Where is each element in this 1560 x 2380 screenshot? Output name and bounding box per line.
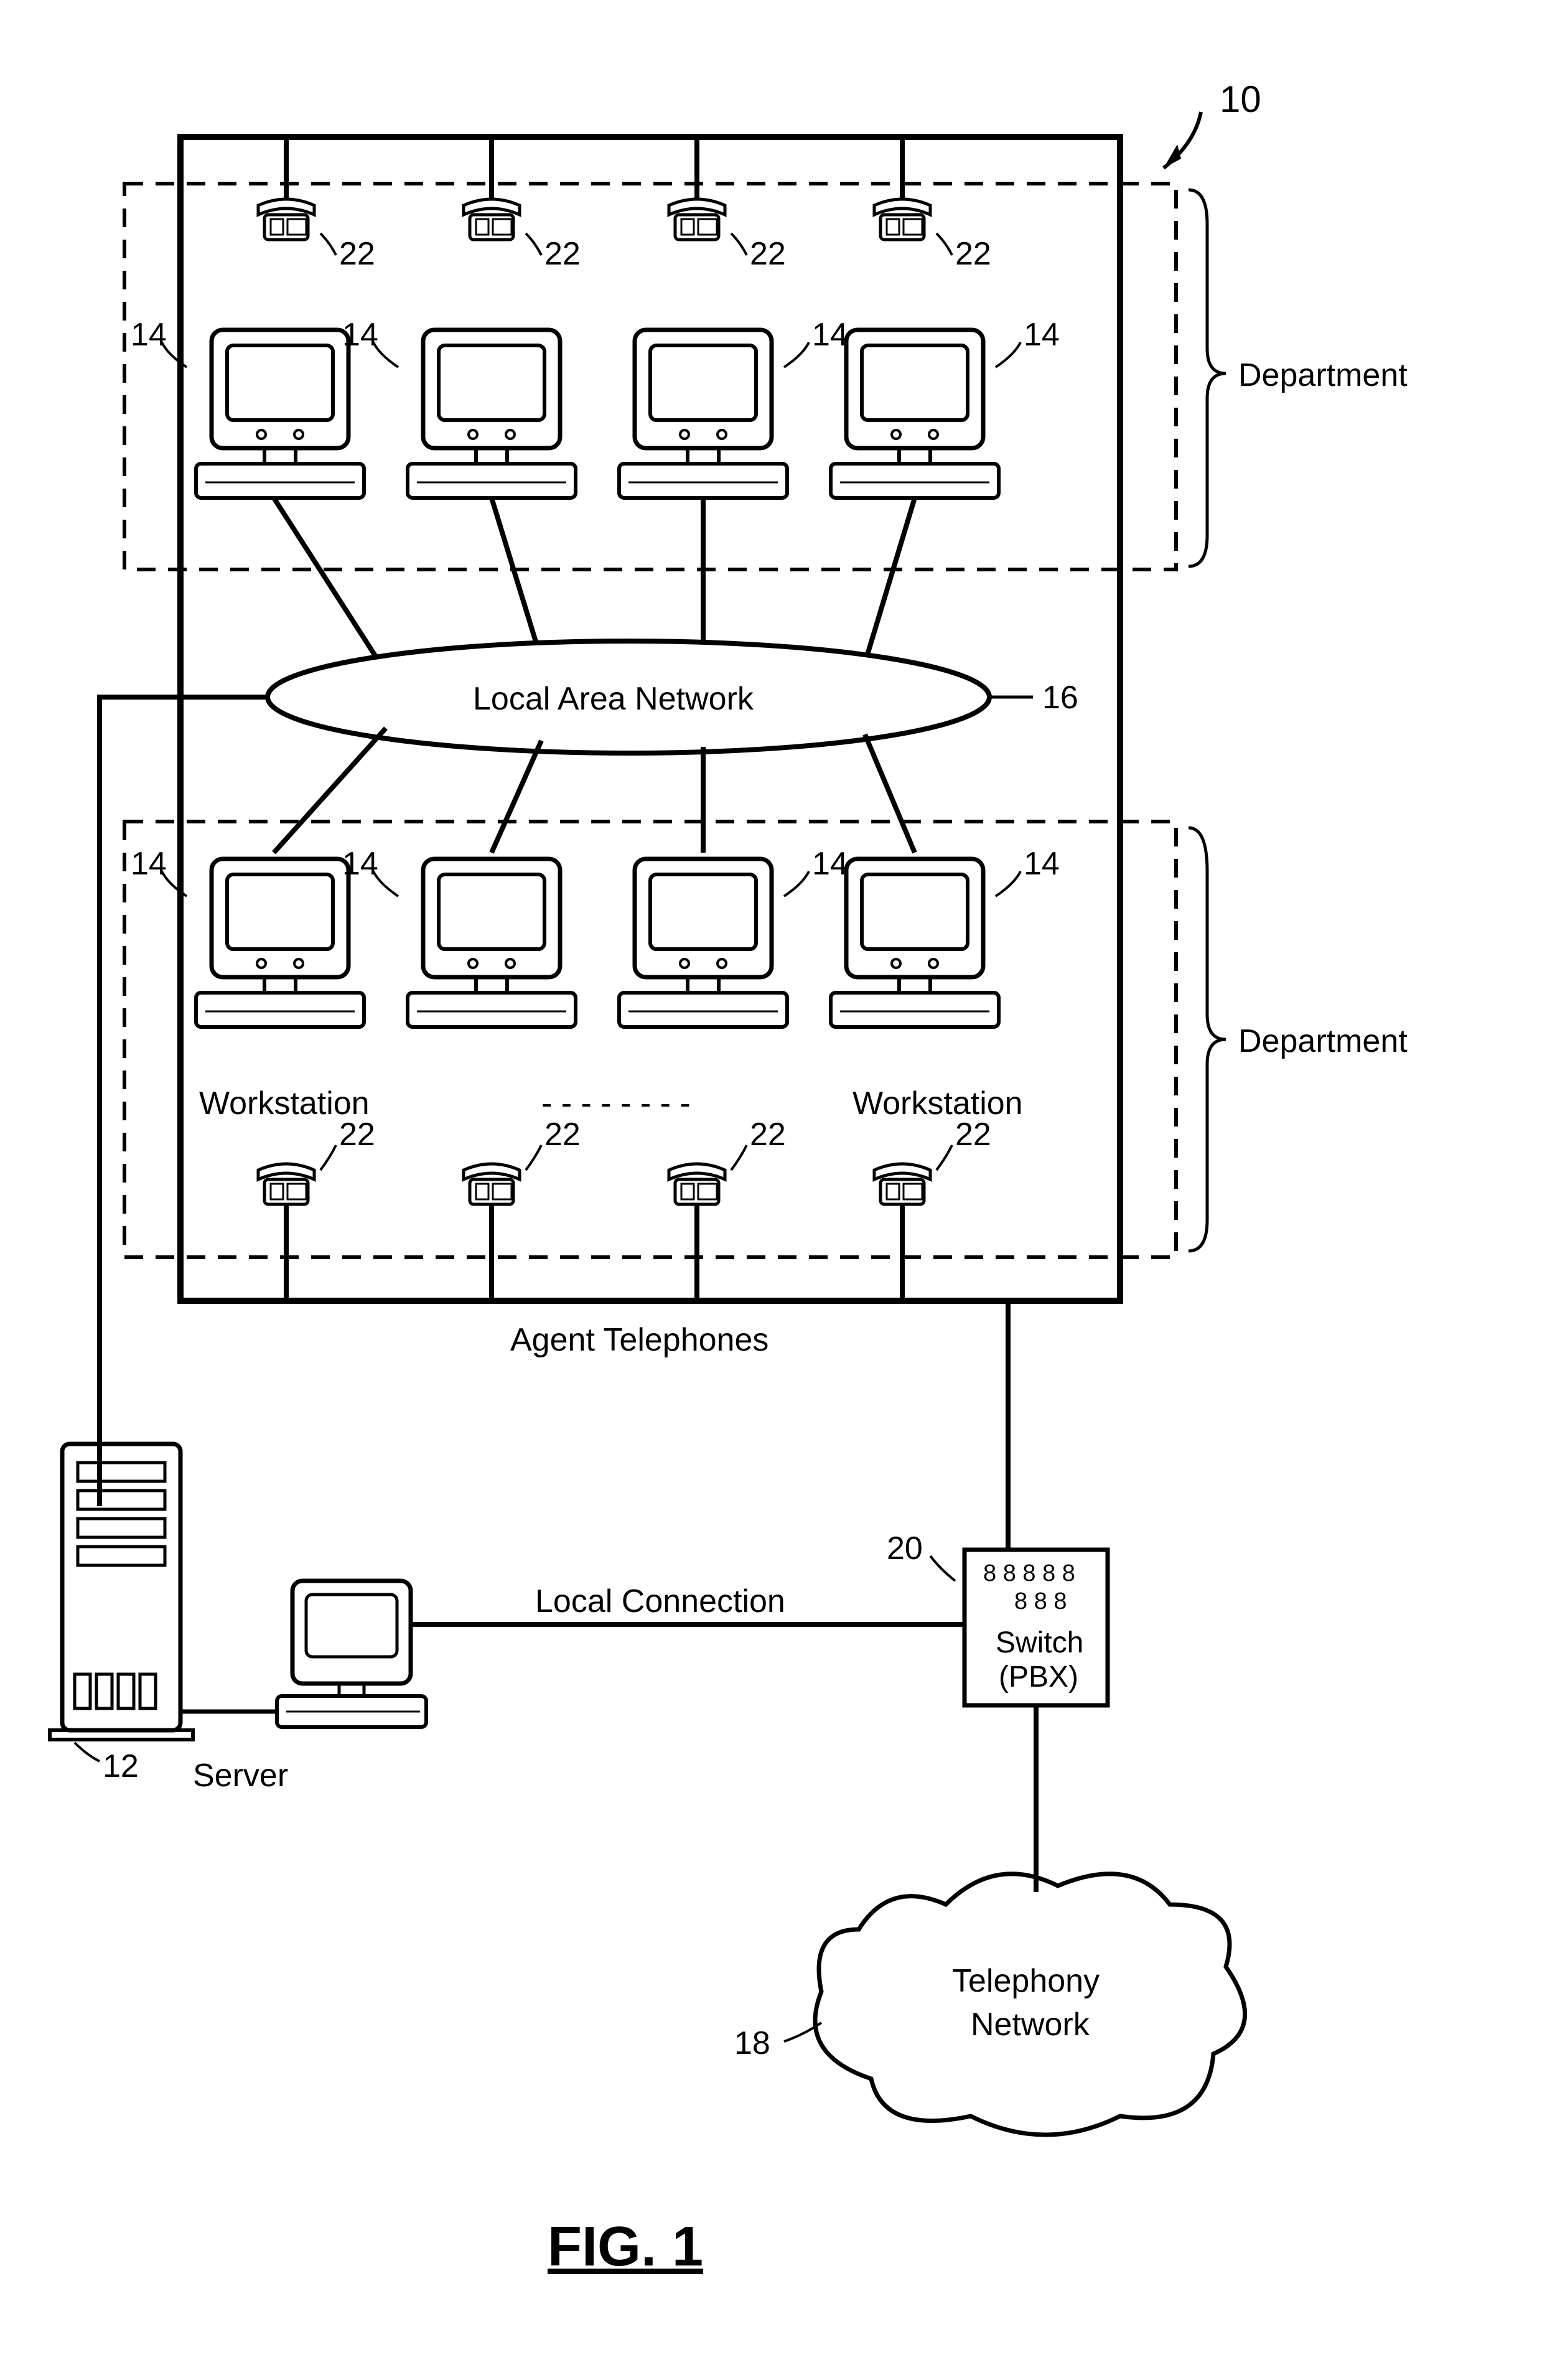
switch-dots2: 8 8 8 [1014, 1588, 1067, 1614]
ref-10-label: 10 [1220, 78, 1261, 120]
lan-link [274, 498, 386, 672]
ws-label: 14 [1024, 317, 1060, 353]
switch-label-1: Switch [996, 1626, 1083, 1659]
server-num: 12 [103, 1748, 139, 1784]
ws-label: 14 [131, 846, 167, 882]
cloud-label-1: Telephony [952, 1963, 1100, 1999]
dept-top-label: Department [1238, 357, 1408, 393]
phone-label: 22 [750, 236, 786, 272]
ws-label: 14 [131, 317, 167, 353]
local-conn-label: Local Connection [535, 1583, 785, 1619]
switch-num: 20 [887, 1530, 923, 1567]
lan-num: 16 [1042, 680, 1078, 716]
ws-label: 14 [342, 846, 378, 882]
phones-bottom-row: 22 22 22 22 [258, 1117, 991, 1301]
workstations-bottom-row: 14 14 14 [131, 846, 1060, 1027]
server-icon: 12 [50, 1444, 193, 1784]
phone-label: 22 [544, 236, 581, 272]
telephony-cloud: Telephony Network 18 [734, 1874, 1245, 2135]
lan-link [274, 728, 386, 853]
phone-label: 22 [544, 1117, 581, 1153]
ws-label: 14 [812, 317, 848, 353]
ref-arrow-10: 10 [1164, 78, 1261, 168]
workstations-top-row: 14 14 14 [131, 317, 1060, 498]
dept-brace-top: Department [1189, 190, 1408, 566]
lan-label: Local Area Network [473, 681, 754, 717]
workstation-text-r: Workstation [852, 1085, 1023, 1122]
phone-label: 22 [339, 236, 375, 272]
switch-dots1: 8 8 8 8 8 [983, 1560, 1075, 1586]
phone-label: 22 [339, 1117, 375, 1153]
ws-label: 14 [1024, 846, 1060, 882]
phone-label: 22 [955, 236, 991, 272]
phone-label: 22 [955, 1117, 991, 1153]
lan-link [492, 741, 541, 853]
server-label: Server [193, 1758, 288, 1794]
cloud-label-2: Network [971, 2007, 1090, 2043]
phone-label: 22 [750, 1117, 786, 1153]
cloud-num: 18 [734, 2025, 770, 2061]
phones-top-row: 22 22 22 22 [258, 137, 991, 272]
diagram-canvas: 10 Department 22 22 [0, 0, 1560, 2380]
lan-link [492, 498, 541, 660]
ws-label: 14 [812, 846, 848, 882]
figure-title: FIG. 1 [548, 2216, 703, 2278]
dept-brace-bottom: Department [1189, 828, 1408, 1251]
lan-link [865, 734, 915, 853]
server-monitor [277, 1581, 426, 1727]
switch-pbx: 8 8 8 8 8 8 8 8 Switch (PBX) 20 [887, 1530, 1108, 1705]
switch-label-2: (PBX) [999, 1661, 1078, 1694]
lan-link [865, 498, 915, 663]
dept-bottom-label: Department [1238, 1023, 1408, 1059]
agent-phones-label: Agent Telephones [510, 1322, 768, 1358]
ws-label: 14 [342, 317, 378, 353]
